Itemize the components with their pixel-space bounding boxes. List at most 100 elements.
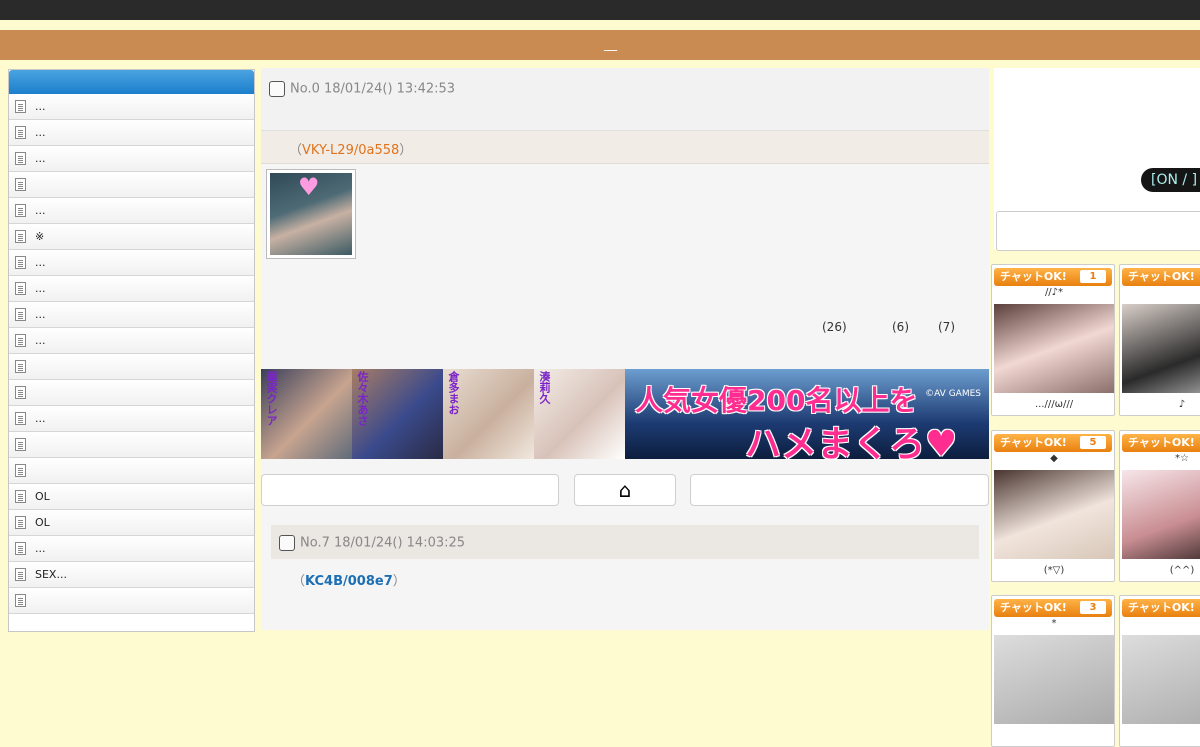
sidebar-item-label: ... (35, 282, 46, 295)
sidebar-item[interactable] (9, 354, 254, 380)
document-icon (15, 178, 26, 191)
sidebar-item-label: ... (35, 152, 46, 165)
post-0-image: ♥ (270, 173, 352, 255)
sidebar-header (9, 70, 254, 94)
banner-actress-3-name: 倉多まお (447, 371, 460, 415)
document-icon (15, 230, 26, 243)
chat-card[interactable]: チャットOK! 5 ◆ (*▽) (991, 430, 1115, 582)
document-icon (15, 490, 26, 503)
sidebar-item[interactable] (9, 172, 254, 198)
chat-ok-label: チャットOK! (1128, 436, 1195, 449)
sidebar-item-label: ... (35, 100, 46, 113)
sidebar-item[interactable] (9, 432, 254, 458)
chat-count: 3 (1080, 601, 1106, 614)
sidebar-item[interactable]: ... (9, 302, 254, 328)
post-0-count-1[interactable]: (26) (822, 320, 847, 334)
right-input-box[interactable] (996, 211, 1200, 251)
nav-next-button[interactable] (690, 474, 989, 506)
chat-ok-badge: チャットOK! (1122, 599, 1200, 617)
nav-prev-button[interactable] (261, 474, 559, 506)
sidebar-item[interactable] (9, 588, 254, 614)
heart-icon: ♥ (298, 173, 320, 201)
post-7-user-id[interactable]: KC4B/008e7 (305, 574, 393, 589)
post-7-checkbox[interactable] (279, 535, 295, 551)
chat-card[interactable]: チャットOK! *☆ (^^) (1119, 430, 1200, 582)
header-mark[interactable]: __ (604, 38, 617, 52)
sidebar-item[interactable]: ※ (9, 224, 254, 250)
nav-home-button[interactable]: ⌂ (574, 474, 676, 506)
sidebar-item[interactable]: ... (9, 536, 254, 562)
sidebar-item-label: ※ (35, 230, 45, 243)
sidebar-item[interactable] (9, 380, 254, 406)
document-icon (15, 516, 26, 529)
post-0-thumbnail[interactable]: ♥ (266, 169, 356, 259)
sidebar-item[interactable] (9, 458, 254, 484)
sidebar-item[interactable]: ... (9, 250, 254, 276)
document-icon (15, 464, 26, 477)
chat-ok-label: チャットOK! (1000, 601, 1067, 614)
chat-ok-badge: チャットOK! (1122, 434, 1200, 452)
post-0-meta-text: No.0 18/01/24() 13:42:53 (290, 81, 456, 97)
document-icon (15, 438, 26, 451)
chat-nickname: * (1051, 618, 1057, 629)
document-icon (15, 100, 26, 113)
banner-actress-1: 蓮実クレア (261, 369, 352, 459)
post-7-id-open: （ (292, 574, 306, 589)
sidebar-item-label: ... (35, 126, 46, 139)
sidebar-item[interactable]: SEX... (9, 562, 254, 588)
post-7-meta: No.7 18/01/24() 14:03:25 (279, 535, 465, 551)
sidebar-item-label: OL (35, 490, 50, 503)
chat-photo[interactable] (1122, 304, 1200, 393)
post-7-id-close: ） (392, 574, 406, 589)
sidebar-item[interactable]: ... (9, 198, 254, 224)
chat-card[interactable]: チャットOK! (1119, 595, 1200, 747)
ad-banner[interactable]: 蓮実クレア 佐々木あさ 倉多まお 湊莉久 人気女優200名以上を ハメまくろ♥ … (261, 369, 989, 465)
banner-actress-3: 倉多まお (443, 369, 534, 459)
chat-nickname: ◆ (1050, 453, 1058, 464)
document-icon (15, 308, 26, 321)
post-7-header: No.7 18/01/24() 14:03:25 (271, 525, 979, 559)
document-icon (15, 386, 26, 399)
post-0-user-id[interactable]: VKY-L29/0a558 (302, 143, 399, 158)
chat-ok-label: チャットOK! (1000, 436, 1067, 449)
chat-card[interactable]: チャットOK! ♪ (1119, 264, 1200, 416)
post-0-count-2[interactable]: (6) (892, 320, 909, 334)
banner-actress-1-name: 蓮実クレア (265, 371, 278, 426)
right-panel: [ON / ] (994, 68, 1200, 251)
thread-main: No.0 18/01/24() 13:42:53 （VKY-L29/0a558）… (261, 68, 989, 630)
document-icon (15, 282, 26, 295)
chat-photo[interactable] (1122, 635, 1200, 724)
sidebar-item-label: ... (35, 308, 46, 321)
on-off-toggle[interactable]: [ON / ] (1141, 168, 1200, 192)
chat-caption: ...///ω/// (1034, 399, 1074, 410)
banner-ad-text: 人気女優200名以上を ハメまくろ♥ ©AV GAMES (625, 369, 989, 465)
chat-ok-label: チャットOK! (1128, 270, 1195, 283)
sidebar-item[interactable]: ... (9, 120, 254, 146)
document-icon (15, 568, 26, 581)
post-7-id-text: （KC4B/008e7） (292, 570, 406, 589)
sidebar-item[interactable]: ... (9, 94, 254, 120)
chat-photo[interactable] (994, 635, 1114, 724)
sidebar-item[interactable]: OL (9, 484, 254, 510)
document-icon (15, 256, 26, 269)
sidebar-item[interactable]: ... (9, 146, 254, 172)
sidebar-item[interactable]: ... (9, 328, 254, 354)
post-0-count-3[interactable]: (7) (938, 320, 955, 334)
post-0-checkbox[interactable] (269, 81, 285, 97)
banner-actress-2-name: 佐々木あさ (356, 371, 369, 426)
chat-card[interactable]: チャットOK! 1 //♪* ...///ω/// (991, 264, 1115, 416)
sidebar-item[interactable]: OL (9, 510, 254, 536)
chat-photo[interactable] (1122, 470, 1200, 559)
document-icon (15, 542, 26, 555)
chat-count: 5 (1080, 436, 1106, 449)
sidebar-item-label: ... (35, 204, 46, 217)
top-bar (0, 0, 1200, 20)
post-0-id-close: ） (399, 143, 413, 158)
home-icon: ⌂ (618, 478, 632, 502)
sidebar-item[interactable]: ... (9, 276, 254, 302)
chat-card[interactable]: チャットOK! 3 * (991, 595, 1115, 747)
banner-line-2: ハメまくろ♥ (745, 424, 958, 465)
sidebar-item[interactable]: ... (9, 406, 254, 432)
chat-photo[interactable] (994, 470, 1114, 559)
chat-photo[interactable] (994, 304, 1114, 393)
